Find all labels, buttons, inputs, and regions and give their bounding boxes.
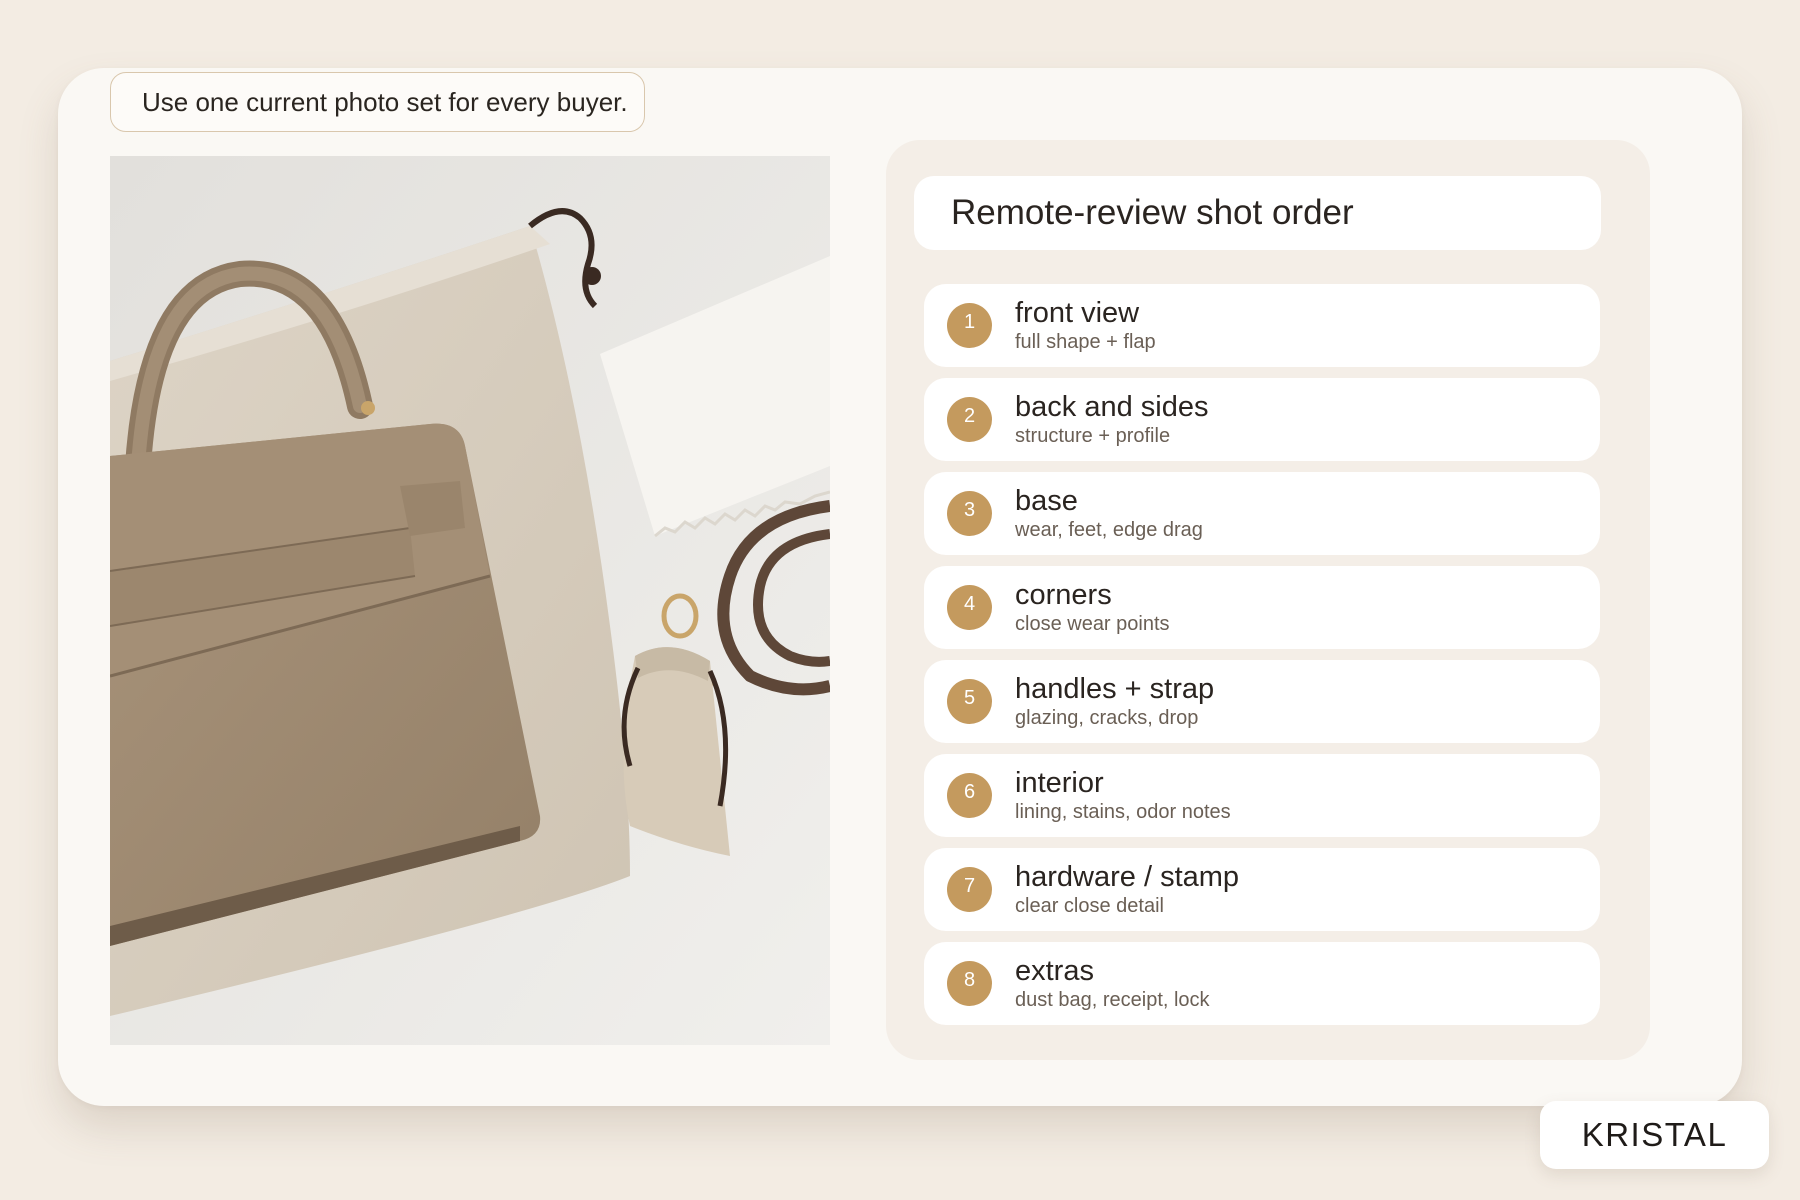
page: Use one current photo set for every buye… xyxy=(0,0,1800,1200)
step-title: handles + strap xyxy=(1015,673,1215,705)
tip-banner: Use one current photo set for every buye… xyxy=(110,72,645,132)
step-subtitle: close wear points xyxy=(1015,613,1170,635)
step-subtitle: full shape + flap xyxy=(1015,331,1156,353)
step-subtitle: wear, feet, edge drag xyxy=(1015,519,1203,541)
brand-name: KRISTAL xyxy=(1581,1116,1728,1153)
tip-text: Use one current photo set for every buye… xyxy=(142,86,628,117)
step-subtitle: structure + profile xyxy=(1015,425,1171,447)
handbag-illustration xyxy=(110,156,830,1045)
shot-step: 5 handles + strap glazing, cracks, drop xyxy=(924,660,1600,743)
step-title: interior xyxy=(1015,767,1104,799)
shot-step: 7 hardware / stamp clear close detail xyxy=(924,848,1600,931)
step-title: hardware / stamp xyxy=(1015,861,1240,893)
shot-step: 1 front view full shape + flap xyxy=(924,284,1600,367)
step-title: base xyxy=(1015,485,1078,517)
step-title: back and sides xyxy=(1015,391,1209,423)
shot-list: 1 front view full shape + flap 2 back an… xyxy=(924,284,1600,1036)
step-number-badge: 6 xyxy=(947,773,992,818)
product-photo xyxy=(110,156,830,1045)
step-subtitle: clear close detail xyxy=(1015,895,1164,917)
step-title: extras xyxy=(1015,955,1094,987)
panel-title-text: Remote-review shot order xyxy=(951,193,1354,232)
step-subtitle: glazing, cracks, drop xyxy=(1015,707,1199,729)
step-number-badge: 2 xyxy=(947,397,992,442)
step-number-badge: 7 xyxy=(947,867,992,912)
step-subtitle: dust bag, receipt, lock xyxy=(1015,989,1210,1011)
shot-step: 8 extras dust bag, receipt, lock xyxy=(924,942,1600,1025)
step-subtitle: lining, stains, odor notes xyxy=(1015,801,1231,823)
step-number-badge: 8 xyxy=(947,961,992,1006)
shot-step: 4 corners close wear points xyxy=(924,566,1600,649)
step-number-badge: 4 xyxy=(947,585,992,630)
brand-logo: KRISTAL xyxy=(1540,1101,1769,1169)
step-number-badge: 3 xyxy=(947,491,992,536)
step-title: front view xyxy=(1015,297,1140,329)
step-title: corners xyxy=(1015,579,1112,611)
shot-step: 2 back and sides structure + profile xyxy=(924,378,1600,461)
shot-order-panel: Remote-review shot order 1 front view fu… xyxy=(886,140,1650,1060)
shot-step: 6 interior lining, stains, odor notes xyxy=(924,754,1600,837)
panel-title: Remote-review shot order xyxy=(914,176,1601,250)
step-number-badge: 5 xyxy=(947,679,992,724)
step-number-badge: 1 xyxy=(947,303,992,348)
shot-step: 3 base wear, feet, edge drag xyxy=(924,472,1600,555)
